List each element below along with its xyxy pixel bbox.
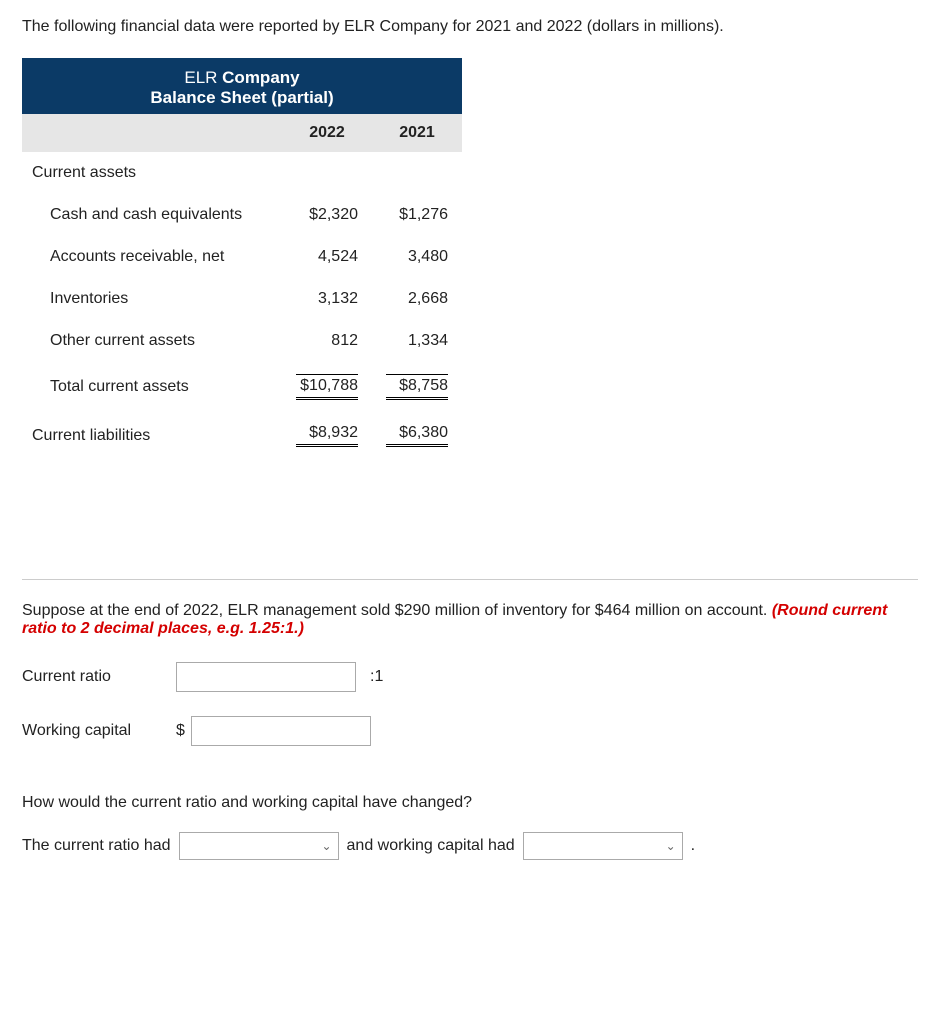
col-2021: 2021 bbox=[372, 114, 462, 152]
cash-2022: $2,320 bbox=[296, 206, 358, 224]
table-row: Inventories 3,132 2,668 bbox=[22, 278, 462, 320]
row-tca-label: Total current assets bbox=[22, 362, 282, 412]
current-ratio-select[interactable]: ⌄ bbox=[179, 832, 339, 860]
table-row: Current liabilities $8,932 $6,380 bbox=[22, 412, 462, 459]
working-capital-row: Working capital $ bbox=[22, 716, 918, 746]
table-row: Current assets bbox=[22, 152, 462, 194]
question-body: Suppose at the end of 2022, ELR manageme… bbox=[22, 602, 772, 619]
dollar-sign: $ bbox=[176, 722, 185, 740]
title-company: Company bbox=[222, 68, 299, 87]
row-ar-label: Accounts receivable, net bbox=[22, 236, 282, 278]
section-divider bbox=[22, 579, 918, 580]
year-blank bbox=[22, 114, 282, 152]
intro-text: The following financial data were report… bbox=[22, 18, 918, 36]
current-ratio-label: Current ratio bbox=[22, 668, 162, 686]
answer-sentence: The current ratio had ⌄ and working capi… bbox=[22, 832, 918, 860]
cl-2022: $8,932 bbox=[296, 424, 358, 447]
table-row: Total current assets $10,788 $8,758 bbox=[22, 362, 462, 412]
inv-2022: 3,132 bbox=[296, 290, 358, 308]
col-2022: 2022 bbox=[282, 114, 372, 152]
ar-2021: 3,480 bbox=[386, 248, 448, 266]
chevron-down-icon: ⌄ bbox=[321, 839, 331, 853]
row-cl-label: Current liabilities bbox=[22, 412, 282, 459]
working-capital-input[interactable] bbox=[191, 716, 371, 746]
current-ratio-row: Current ratio :1 bbox=[22, 662, 918, 692]
ar-2022: 4,524 bbox=[296, 248, 358, 266]
chevron-down-icon: ⌄ bbox=[666, 839, 676, 853]
sentence-period: . bbox=[691, 837, 695, 855]
tca-2021: $8,758 bbox=[386, 374, 448, 400]
tca-2022: $10,788 bbox=[296, 374, 358, 400]
ratio-suffix: :1 bbox=[370, 668, 383, 686]
question2-prompt: How would the current ratio and working … bbox=[22, 794, 918, 812]
current-ratio-input[interactable] bbox=[176, 662, 356, 692]
table-title: ELR Company Balance Sheet (partial) bbox=[22, 58, 462, 114]
inv-2021: 2,668 bbox=[386, 290, 448, 308]
balance-sheet-table: ELR Company Balance Sheet (partial) 2022… bbox=[22, 58, 462, 459]
table-row: Other current assets 812 1,334 bbox=[22, 320, 462, 362]
row-current-assets: Current assets bbox=[22, 152, 282, 194]
row-cash-label: Cash and cash equivalents bbox=[22, 194, 282, 236]
other-2021: 1,334 bbox=[386, 332, 448, 350]
cl-2021: $6,380 bbox=[386, 424, 448, 447]
table-row: Cash and cash equivalents $2,320 $1,276 bbox=[22, 194, 462, 236]
other-2022: 812 bbox=[296, 332, 358, 350]
sentence-part1: The current ratio had bbox=[22, 837, 171, 855]
question-text: Suppose at the end of 2022, ELR manageme… bbox=[22, 602, 918, 638]
working-capital-label: Working capital bbox=[22, 722, 162, 740]
cash-2021: $1,276 bbox=[386, 206, 448, 224]
table-row: Accounts receivable, net 4,524 3,480 bbox=[22, 236, 462, 278]
working-capital-select[interactable]: ⌄ bbox=[523, 832, 683, 860]
sentence-part2: and working capital had bbox=[347, 837, 515, 855]
title-prefix: ELR bbox=[184, 68, 222, 87]
row-inv-label: Inventories bbox=[22, 278, 282, 320]
title-line2: Balance Sheet (partial) bbox=[150, 88, 333, 107]
row-other-label: Other current assets bbox=[22, 320, 282, 362]
